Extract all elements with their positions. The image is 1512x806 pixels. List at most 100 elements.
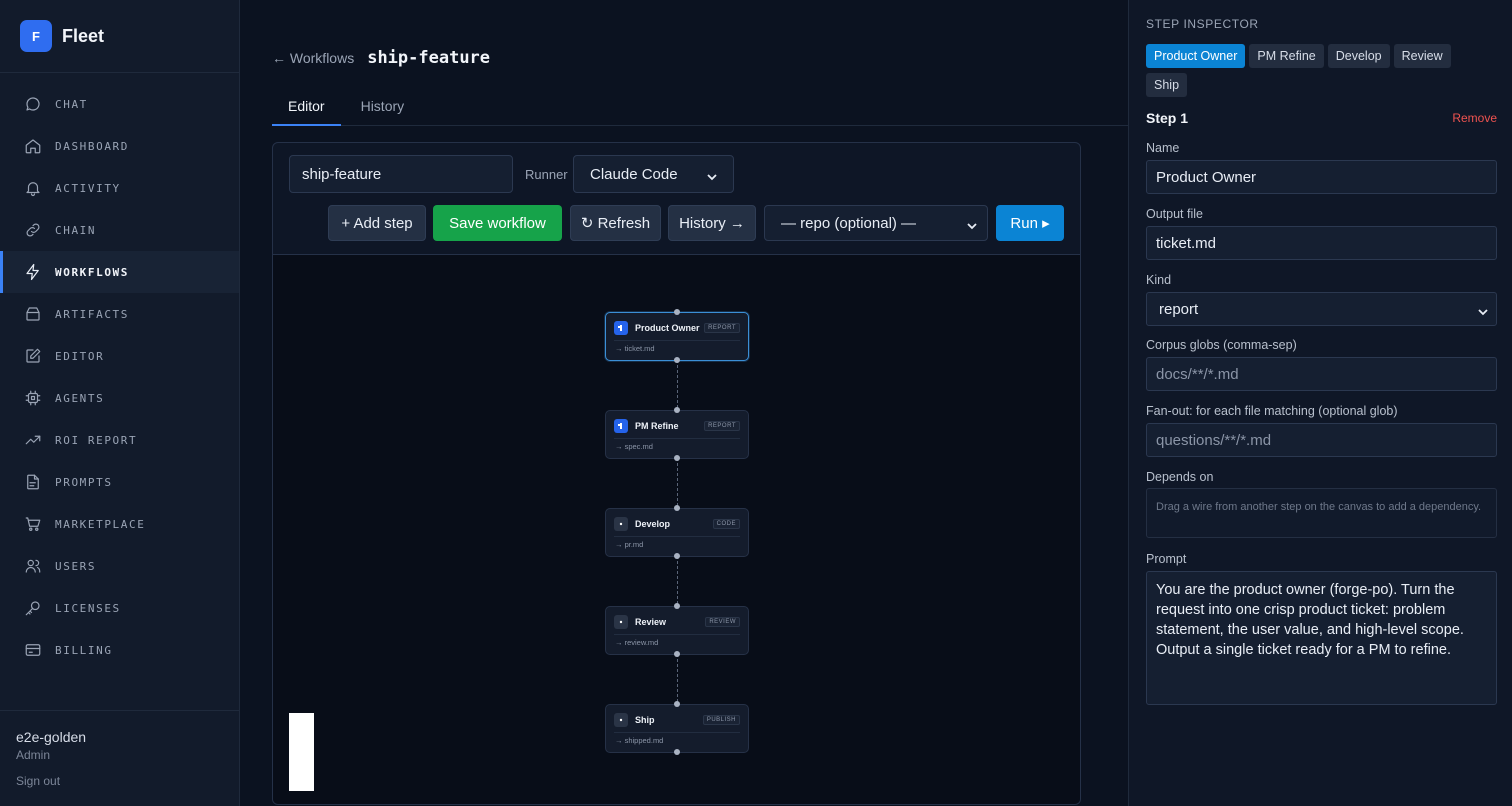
sidebar-item-label: MARKETPLACE bbox=[55, 517, 146, 531]
app-root: F Fleet CHAT DASHBOARD ACTIVITY CHAIN WO… bbox=[0, 0, 1512, 806]
sidebar-item-agents[interactable]: AGENTS bbox=[0, 377, 239, 419]
refresh-button[interactable]: ↻ Refresh bbox=[570, 205, 661, 241]
sidebar-item-chat[interactable]: CHAT bbox=[0, 83, 239, 125]
sidebar-item-label: WORKFLOWS bbox=[55, 265, 130, 279]
main-content: ← Workflows ship-feature Editor History … bbox=[240, 0, 1128, 806]
node-kind-badge: REVIEW bbox=[705, 617, 740, 627]
step-chip-ship[interactable]: Ship bbox=[1146, 73, 1188, 97]
step-chip-review[interactable]: Review bbox=[1393, 44, 1451, 68]
editor-toolbar: Runner Claude Code + Add step Save workf… bbox=[273, 143, 1080, 255]
sidebar-item-editor[interactable]: EDITOR bbox=[0, 335, 239, 377]
sidebar-item-label: LICENSES bbox=[55, 601, 121, 615]
workflow-node-review[interactable]: Review REVIEW → review.md bbox=[605, 606, 749, 655]
brand[interactable]: F Fleet bbox=[0, 0, 239, 73]
corpus-globs-input[interactable] bbox=[1146, 357, 1497, 391]
node-output: → pr.md bbox=[615, 540, 644, 549]
node-input-port[interactable] bbox=[674, 505, 680, 511]
add-step-button[interactable]: + Add step bbox=[328, 205, 426, 241]
step-chip-product-owner[interactable]: Product Owner bbox=[1146, 44, 1246, 68]
node-output: → shipped.md bbox=[615, 736, 664, 745]
sidebar-item-label: DASHBOARD bbox=[55, 139, 130, 153]
sidebar-item-label: ACTIVITY bbox=[55, 181, 121, 195]
node-input-port[interactable] bbox=[674, 309, 680, 315]
workflow-node-develop[interactable]: Develop CODE → pr.md bbox=[605, 508, 749, 557]
pm-icon bbox=[614, 419, 628, 433]
node-divider bbox=[614, 340, 740, 341]
node-divider bbox=[614, 438, 740, 439]
chat-bubble-icon bbox=[24, 95, 42, 113]
sidebar-item-roi-report[interactable]: ROI REPORT bbox=[0, 419, 239, 461]
save-workflow-button[interactable]: Save workflow bbox=[433, 205, 562, 241]
step-name-input[interactable] bbox=[1146, 160, 1497, 194]
note-icon bbox=[24, 473, 42, 491]
node-input-port[interactable] bbox=[674, 407, 680, 413]
workflow-name-input[interactable] bbox=[289, 155, 513, 193]
node-output-port[interactable] bbox=[674, 455, 680, 461]
workflow-node-product-owner[interactable]: Product Owner REPORT → ticket.md bbox=[605, 312, 749, 361]
workflow-node-pm-refine[interactable]: PM Refine REPORT → spec.md bbox=[605, 410, 749, 459]
step-chip-pm-refine[interactable]: PM Refine bbox=[1249, 44, 1324, 68]
sidebar-item-prompts[interactable]: PROMPTS bbox=[0, 461, 239, 503]
node-output-port[interactable] bbox=[674, 553, 680, 559]
sign-out-link[interactable]: Sign out bbox=[16, 774, 240, 788]
sidebar-item-billing[interactable]: BILLING bbox=[0, 629, 239, 671]
node-kind-badge: PUBLISH bbox=[702, 715, 740, 725]
sidebar-item-artifacts[interactable]: ARTIFACTS bbox=[0, 293, 239, 335]
user-name: e2e-golden bbox=[16, 729, 87, 745]
remove-step-button[interactable]: Remove bbox=[1452, 111, 1497, 125]
sidebar-item-label: USERS bbox=[55, 559, 97, 573]
tab-editor[interactable]: Editor bbox=[272, 86, 341, 126]
node-header: PM Refine REPORT bbox=[614, 419, 740, 433]
sidebar-item-users[interactable]: USERS bbox=[0, 545, 239, 587]
user-block: e2e-golden Admin Sign out bbox=[0, 710, 240, 806]
prompt-label: Prompt bbox=[1146, 552, 1187, 566]
node-kind-badge: REPORT bbox=[704, 323, 740, 333]
sidebar-item-label: ARTIFACTS bbox=[55, 307, 130, 321]
sidebar-item-dashboard[interactable]: DASHBOARD bbox=[0, 125, 239, 167]
fan-out-input[interactable] bbox=[1146, 423, 1497, 457]
canvas-minimap[interactable] bbox=[289, 713, 314, 791]
tab-history[interactable]: History bbox=[345, 86, 421, 126]
runner-select-value: Claude Code bbox=[590, 165, 678, 183]
repo-select[interactable]: — repo (optional) — bbox=[764, 205, 988, 241]
sidebar-item-activity[interactable]: ACTIVITY bbox=[0, 167, 239, 209]
output-file-label: Output file bbox=[1146, 207, 1203, 221]
workflow-node-ship[interactable]: Ship PUBLISH → shipped.md bbox=[605, 704, 749, 753]
edge-connector bbox=[677, 360, 678, 408]
trending-up-icon bbox=[24, 431, 42, 449]
output-file-input[interactable] bbox=[1146, 226, 1497, 260]
dot-icon bbox=[614, 713, 628, 727]
node-divider bbox=[614, 536, 740, 537]
node-output-port[interactable] bbox=[674, 357, 680, 363]
workflow-canvas[interactable]: Product Owner REPORT → ticket.md PM Refi… bbox=[273, 255, 1080, 804]
node-output: → ticket.md bbox=[615, 344, 655, 353]
back-to-workflows-link[interactable]: ← Workflows bbox=[272, 50, 354, 66]
sidebar-item-label: CHAT bbox=[55, 97, 88, 111]
node-kind-badge: REPORT bbox=[704, 421, 740, 431]
node-input-port[interactable] bbox=[674, 603, 680, 609]
node-output-port[interactable] bbox=[674, 749, 680, 755]
step-chip-develop[interactable]: Develop bbox=[1327, 44, 1390, 68]
sidebar-item-label: ROI REPORT bbox=[55, 433, 138, 447]
node-title: PM Refine bbox=[635, 421, 679, 431]
kind-select[interactable]: report bbox=[1146, 292, 1497, 326]
node-input-port[interactable] bbox=[674, 701, 680, 707]
step-inspector: STEP INSPECTOR Product Owner PM Refine D… bbox=[1128, 0, 1512, 806]
sidebar-item-licenses[interactable]: LICENSES bbox=[0, 587, 239, 629]
sidebar-item-label: AGENTS bbox=[55, 391, 105, 405]
runner-select[interactable]: Claude Code bbox=[573, 155, 734, 193]
cart-icon bbox=[24, 515, 42, 533]
sidebar-item-marketplace[interactable]: MARKETPLACE bbox=[0, 503, 239, 545]
prompt-textarea[interactable]: You are the product owner (forge-po). Tu… bbox=[1146, 571, 1497, 705]
sidebar-item-workflows[interactable]: WORKFLOWS bbox=[0, 251, 239, 293]
run-button[interactable]: Run ▸ bbox=[996, 205, 1064, 241]
sidebar-item-chain[interactable]: CHAIN bbox=[0, 209, 239, 251]
history-button[interactable]: History → bbox=[668, 205, 756, 241]
depends-on-dropzone: Drag a wire from another step on the can… bbox=[1146, 488, 1497, 538]
repo-select-value: — repo (optional) — bbox=[781, 214, 917, 232]
credit-card-icon bbox=[24, 641, 42, 659]
dot-icon bbox=[614, 517, 628, 531]
sidebar-item-label: PROMPTS bbox=[55, 475, 113, 489]
chevron-down-icon bbox=[1478, 304, 1488, 316]
node-output-port[interactable] bbox=[674, 651, 680, 657]
